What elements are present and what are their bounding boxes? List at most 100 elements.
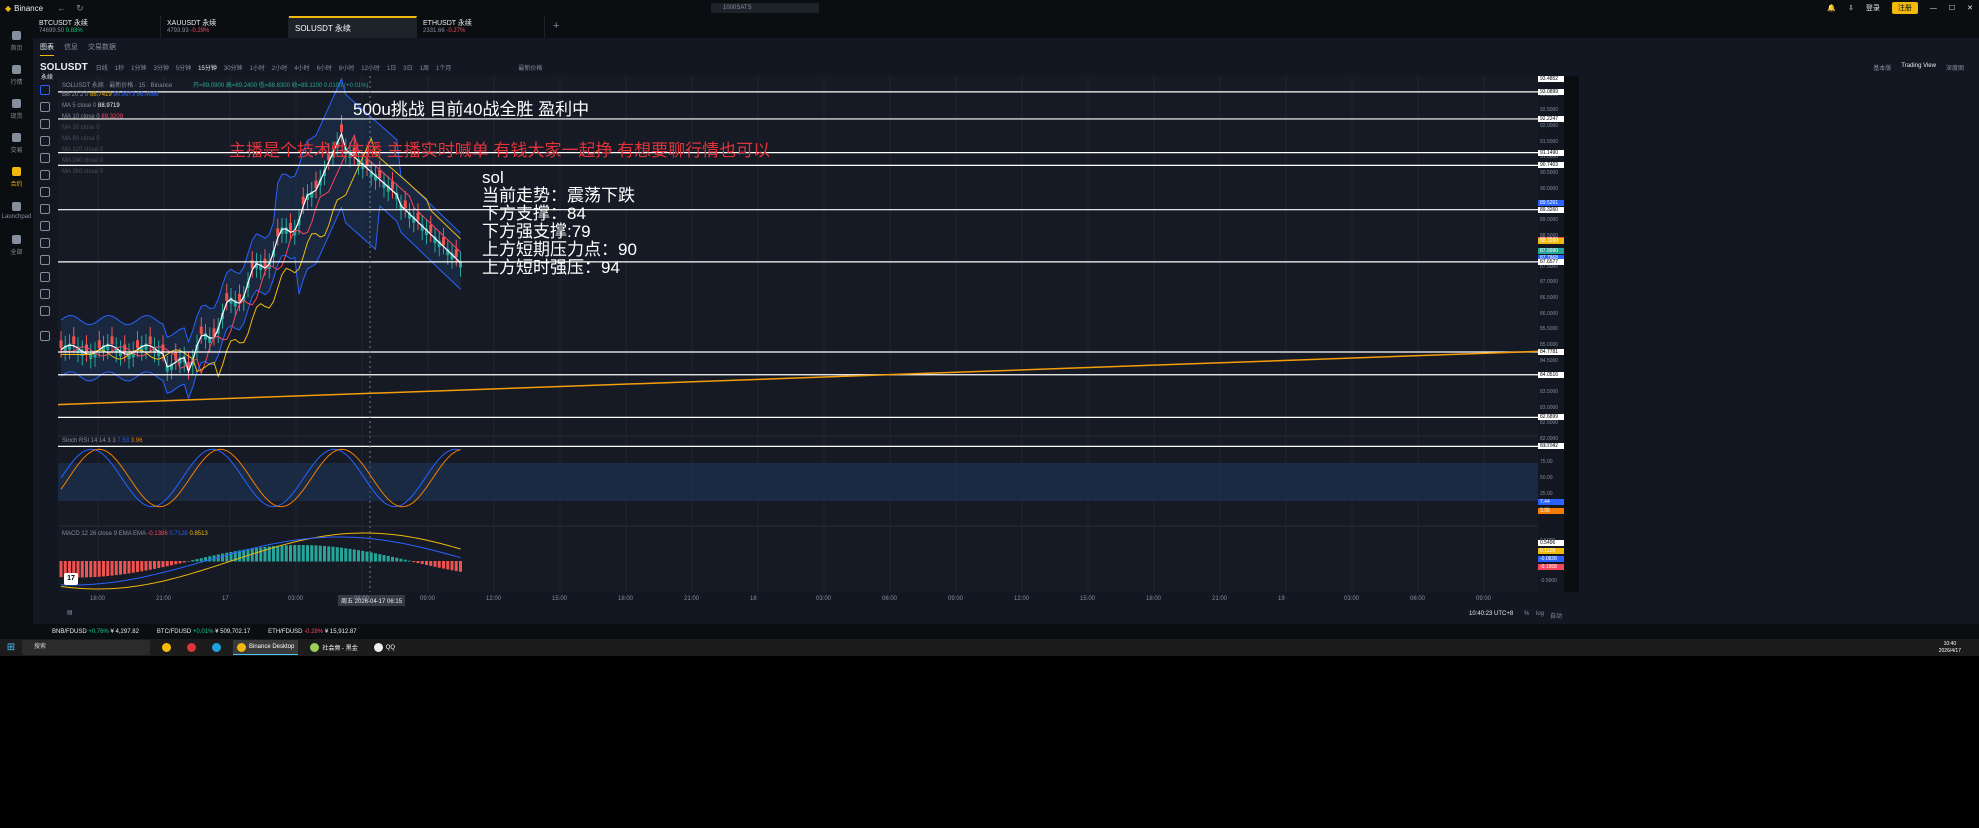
view-option-0[interactable]: 基本版	[1873, 63, 1891, 72]
auto-toggle[interactable]: 自动	[1550, 611, 1562, 620]
zoom-icon[interactable]	[40, 238, 50, 248]
system-clock[interactable]: 10:40 2026/4/17	[1939, 641, 1961, 655]
title-bar: ◆ Binance ←↻ 1000SATS 🔔 ⇩ 登录 注册 — ☐ ✕	[0, 0, 1979, 16]
register-button[interactable]: 注册	[1891, 2, 1918, 14]
interval-15[interactable]: 1周	[420, 63, 429, 72]
log-toggle[interactable]: log	[1536, 611, 1544, 617]
ruler-icon[interactable]	[40, 221, 50, 231]
search-input[interactable]: 1000SATS	[711, 3, 819, 13]
time-tick: 09:00	[948, 596, 964, 602]
subtab-0[interactable]: 图表	[40, 42, 54, 56]
sidebar-item-1[interactable]: 行情	[0, 60, 33, 90]
view-option-1[interactable]: Trading View	[1901, 63, 1936, 72]
percent-toggle[interactable]: %	[1524, 611, 1529, 617]
eye-icon[interactable]	[40, 306, 50, 316]
interval-1[interactable]: 1秒	[115, 63, 124, 72]
symbol-tab-3[interactable]: ETHUSDT 永续 2331.66 -0.27%	[417, 16, 545, 38]
price-axis[interactable]: 93.500093.000092.500092.000091.500091.00…	[1538, 76, 1564, 592]
hline-icon[interactable]	[40, 119, 50, 129]
trendline-icon[interactable]	[40, 102, 50, 112]
symbol-selector[interactable]: SOLUSDT	[40, 62, 88, 73]
legend-ma-other: MA 60 close 0	[62, 136, 100, 142]
interval-9[interactable]: 4小时	[294, 63, 309, 72]
interval-2[interactable]: 1分钟	[131, 63, 146, 72]
download-icon[interactable]: ⇩	[1848, 4, 1854, 12]
tab-quote: 2331.66 -0.27%	[423, 28, 538, 34]
sidebar-item-6[interactable]: 全部	[0, 230, 33, 260]
tab-price: 4793.93	[167, 28, 189, 34]
interval-8[interactable]: 2小时	[272, 63, 287, 72]
calendar-icon[interactable]: ▤	[67, 609, 73, 616]
interval-11[interactable]: 8小时	[339, 63, 354, 72]
price-marker: 93.0899	[1538, 88, 1564, 95]
ticker-item[interactable]: BNB/FDUSD +0.76% ¥ 4,297.82	[52, 629, 139, 635]
macd-bar	[348, 548, 352, 562]
macd-label: MACD 12 26 close 9 EMA EMA	[62, 531, 146, 537]
analysis-text: sol 当前走势：震荡下跌 下方支撑：84 下方强支撑:79 上方短期压力点：90 上方短…	[482, 169, 637, 277]
price-marker: 89.3260	[1538, 206, 1564, 213]
macd-bar	[157, 561, 161, 569]
maximize-icon[interactable]: ☐	[1949, 4, 1955, 12]
time-tick: 17	[222, 596, 229, 602]
interval-10[interactable]: 6小时	[317, 63, 332, 72]
macd-bar	[259, 547, 263, 562]
taskbar-search[interactable]: 搜索	[22, 640, 150, 655]
edge-icon[interactable]	[208, 640, 225, 655]
price-type-dropdown[interactable]: 最新价格	[518, 63, 542, 72]
subtab-1[interactable]: 信息	[64, 42, 78, 56]
login-button[interactable]: 登录	[1866, 3, 1880, 13]
sidebar-item-4[interactable]: 合约	[0, 162, 33, 192]
wps-icon[interactable]	[183, 640, 200, 655]
taskbar-app-1[interactable]: 社会频 - 黑金	[306, 640, 361, 655]
interval-13[interactable]: 1日	[387, 63, 396, 72]
trend-line[interactable]	[57, 350, 1539, 406]
crosshair-icon[interactable]	[40, 85, 50, 95]
subtab-2[interactable]: 交易数据	[88, 42, 116, 56]
pattern-icon[interactable]	[40, 153, 50, 163]
utc-clock[interactable]: 10:40:23 UTC+8	[1469, 611, 1513, 617]
ticker-item[interactable]: ETH/FDUSD -0.28% ¥ 15,912.87	[268, 629, 356, 635]
symbol-tab-0[interactable]: BTCUSDT 永续 74699.50 0.83%	[33, 16, 161, 38]
magnet-icon[interactable]	[40, 255, 50, 265]
sidebar-item-3[interactable]: 交易	[0, 128, 33, 158]
close-icon[interactable]: ✕	[1967, 4, 1973, 12]
fib-icon[interactable]	[40, 136, 50, 146]
coin-icon	[12, 98, 21, 108]
interval-4[interactable]: 5分钟	[176, 63, 191, 72]
minimize-icon[interactable]: —	[1930, 5, 1937, 12]
time-axis[interactable]: 周五 2026-04-17 06:15 18:00 21:00 17 03:00 06:…	[58, 594, 1538, 606]
taskbar-app-0[interactable]: Binance Desktop	[233, 640, 299, 655]
sidebar-item-0[interactable]: 首页	[0, 26, 33, 56]
interval-3[interactable]: 3分钟	[153, 63, 168, 72]
chart-area[interactable]: SOLUSDT 永续 · 最新价格 · 15 · Binance 开=89.09…	[57, 76, 1539, 592]
lock-icon[interactable]	[40, 289, 50, 299]
home-icon	[12, 30, 21, 40]
text-icon[interactable]	[40, 187, 50, 197]
add-tab-button[interactable]: +	[545, 16, 567, 38]
emoji-icon[interactable]	[40, 204, 50, 214]
ticker-item[interactable]: BTC/FDUSD +0.01% ¥ 509,702.17	[157, 629, 250, 635]
brush-icon[interactable]	[40, 170, 50, 180]
bell-icon[interactable]: 🔔	[1827, 4, 1836, 12]
view-option-2[interactable]: 深度图	[1946, 63, 1964, 72]
sidebar-item-5[interactable]: Launchpad	[0, 196, 33, 226]
macd-bar	[331, 546, 335, 562]
interval-0[interactable]: 日线	[96, 63, 108, 72]
sidebar-item-2[interactable]: 现货	[0, 94, 33, 124]
interval-14[interactable]: 3日	[403, 63, 412, 72]
windows-start-icon[interactable]: ⊞	[0, 642, 22, 653]
nav-arrows[interactable]: ←↻	[57, 3, 94, 14]
chrome-icon[interactable]	[158, 640, 175, 655]
pencil-lock-icon[interactable]	[40, 272, 50, 282]
macd-bar	[123, 561, 127, 575]
interval-5[interactable]: 15分钟	[198, 63, 217, 72]
interval-12[interactable]: 12小时	[361, 63, 380, 72]
clock-date: 2026/4/17	[1938, 647, 1961, 654]
taskbar-app-2[interactable]: QQ	[370, 640, 399, 655]
trash-icon[interactable]	[40, 331, 50, 341]
interval-6[interactable]: 30分钟	[224, 63, 243, 72]
interval-16[interactable]: 1个月	[436, 63, 451, 72]
symbol-tab-1[interactable]: XAUUSDT 永续 4793.93 -0.29%	[161, 16, 289, 38]
symbol-tab-2[interactable]: SOLUSDT 永续	[289, 16, 417, 38]
interval-7[interactable]: 1小时	[250, 63, 265, 72]
